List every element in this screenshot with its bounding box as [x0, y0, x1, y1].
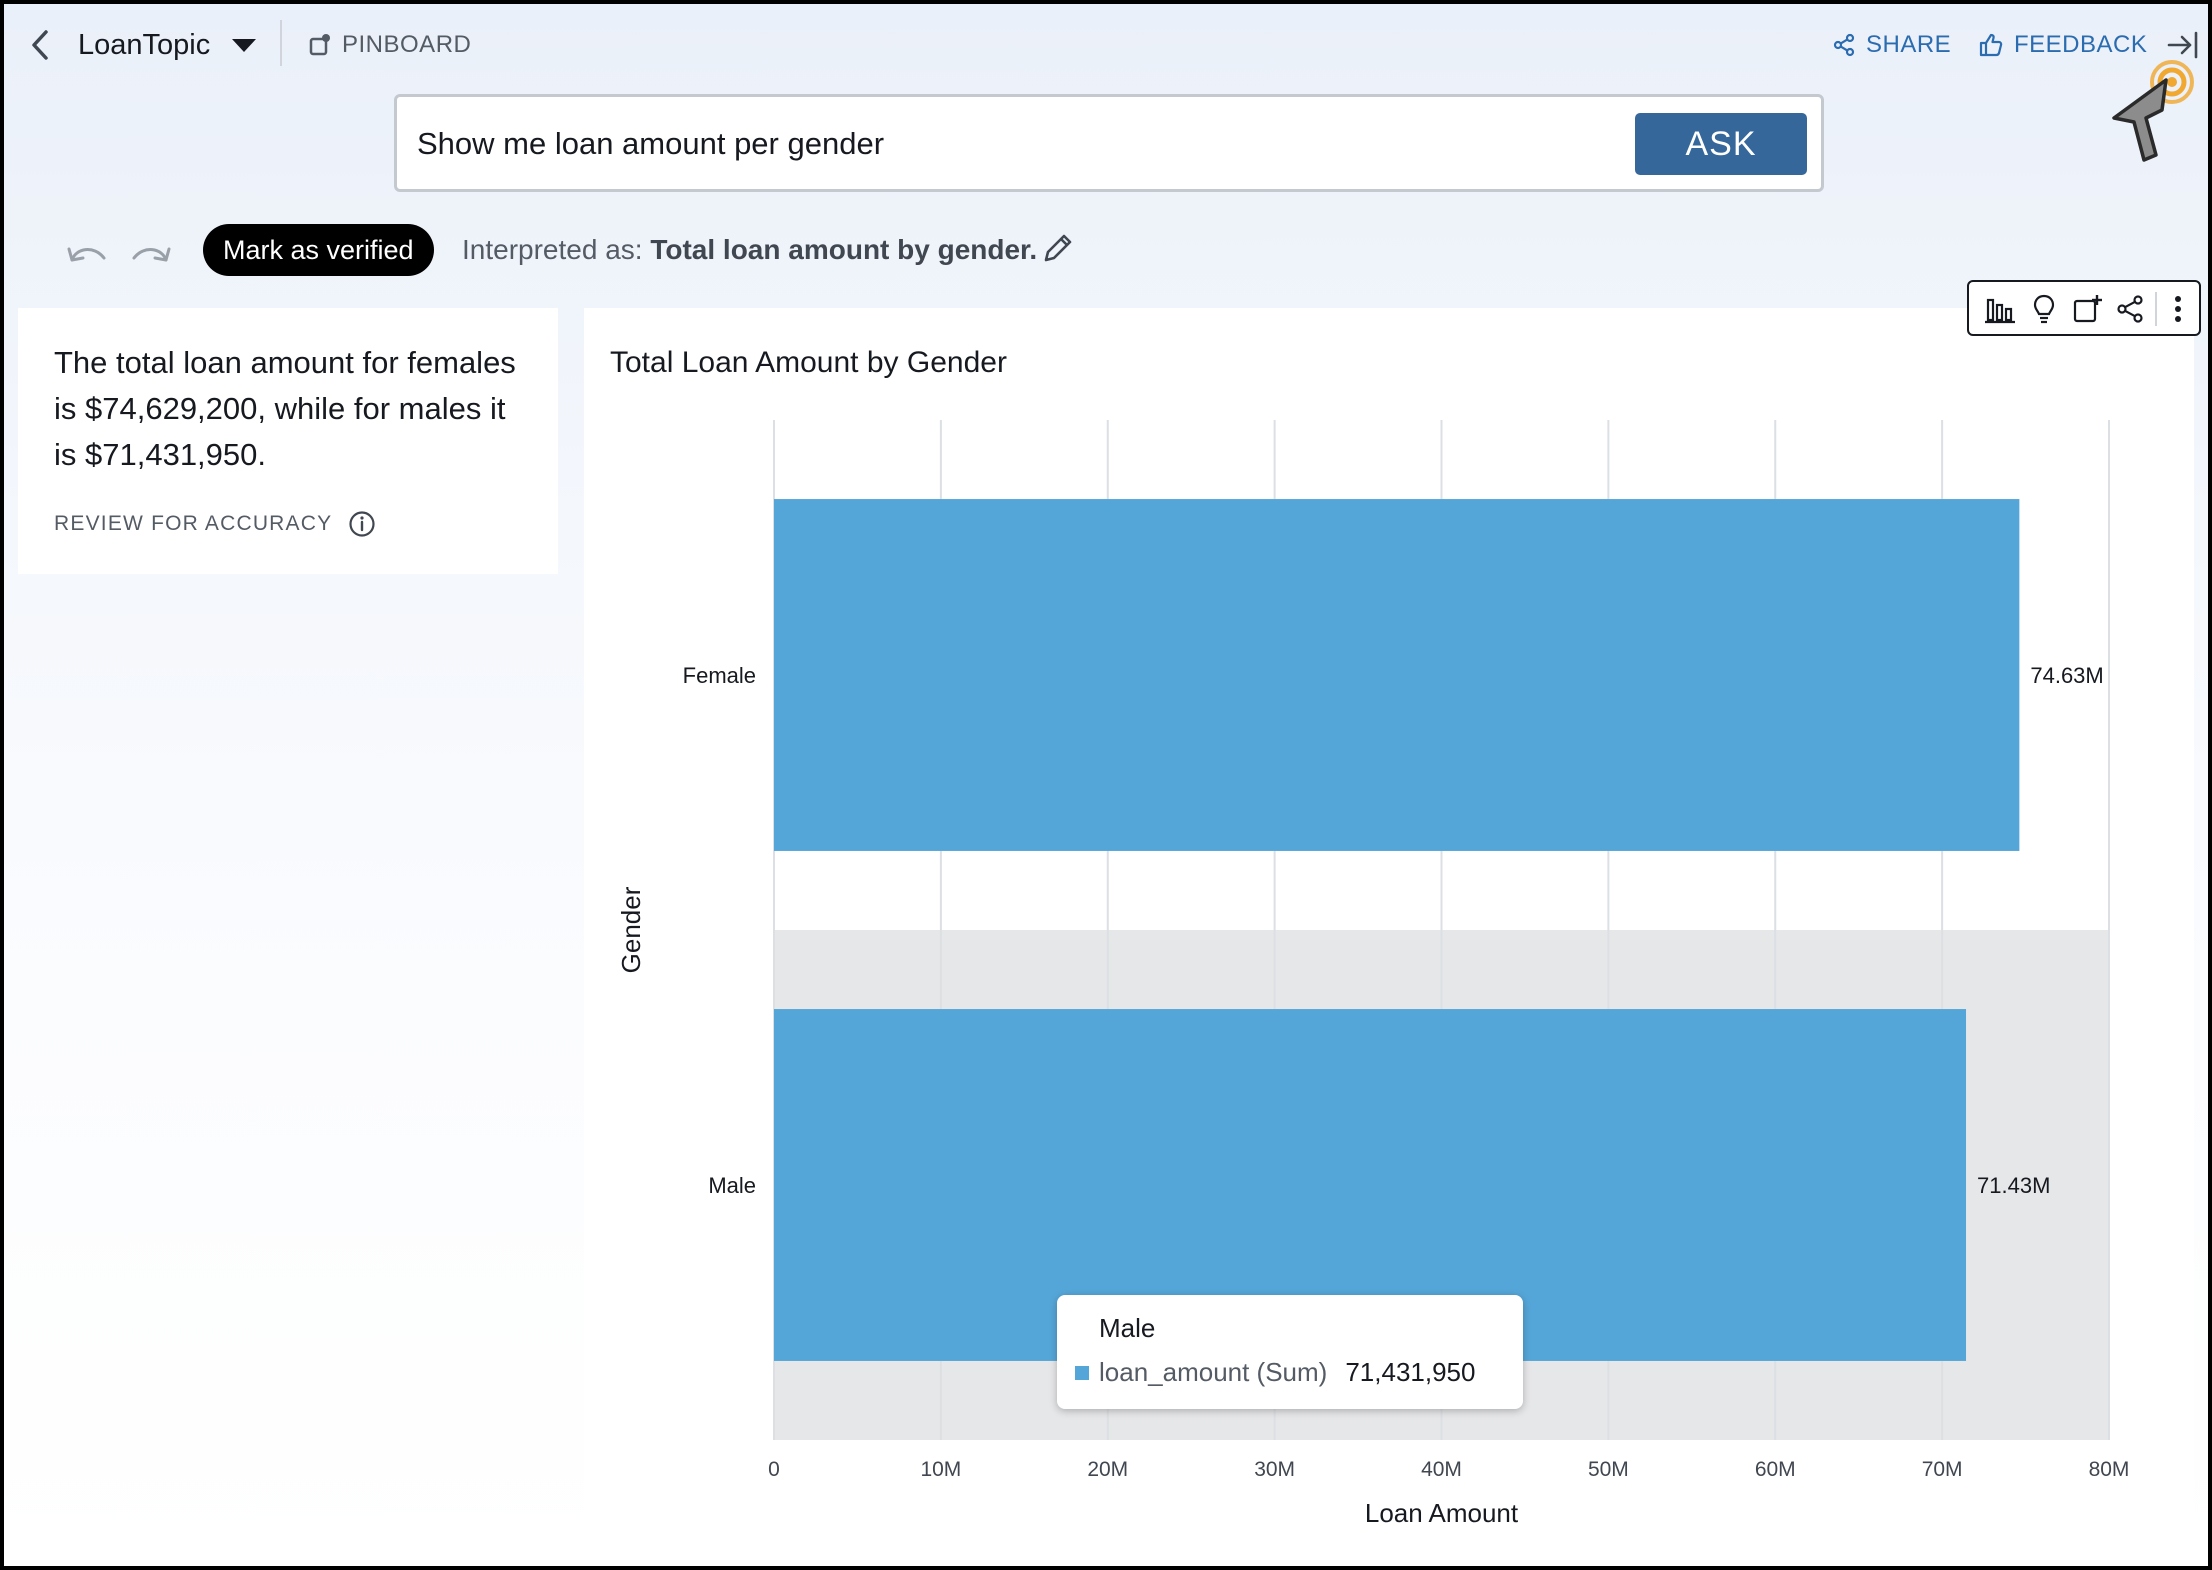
data-label: 74.63M — [2030, 663, 2103, 688]
x-tick-label: 10M — [920, 1458, 961, 1481]
y-tick-label: Male — [708, 1173, 756, 1198]
x-tick-label: 50M — [1588, 1458, 1629, 1481]
more-vertical-icon[interactable] — [2165, 292, 2191, 326]
tooltip-title: Male — [1099, 1313, 1156, 1343]
data-label: 71.43M — [1977, 1173, 2050, 1198]
bar-female[interactable] — [774, 499, 2020, 851]
x-tick-label: 80M — [2089, 1458, 2130, 1481]
x-tick-label: 30M — [1254, 1458, 1295, 1481]
bar-chart-icon[interactable] — [1983, 292, 2017, 326]
tooltip-label: loan_amount (Sum) — [1099, 1357, 1328, 1387]
x-tick-label: 0 — [768, 1458, 780, 1481]
y-axis-title: Gender — [616, 886, 646, 973]
toolbar-divider — [2155, 292, 2157, 326]
mouse-pointer-icon — [2112, 60, 2194, 162]
x-axis-title: Loan Amount — [1365, 1498, 1519, 1528]
add-to-pinboard-icon[interactable] — [2071, 292, 2105, 326]
x-tick-label: 60M — [1755, 1458, 1796, 1481]
lightbulb-icon[interactable] — [2027, 292, 2061, 326]
chart-tooltip: Male loan_amount (Sum) 71,431,950 — [1057, 1295, 1523, 1409]
x-tick-label: 20M — [1087, 1458, 1128, 1481]
tooltip-value: 71,431,950 — [1345, 1357, 1476, 1387]
tooltip-row: loan_amount (Sum) 71,431,950 — [1075, 1357, 1475, 1388]
share-icon[interactable] — [2113, 292, 2147, 326]
x-tick-label: 70M — [1922, 1458, 1963, 1481]
visual-toolbar — [1967, 280, 2201, 336]
x-tick-label: 40M — [1421, 1458, 1462, 1481]
tooltip-swatch — [1075, 1365, 1089, 1380]
y-tick-label: Female — [683, 663, 756, 688]
